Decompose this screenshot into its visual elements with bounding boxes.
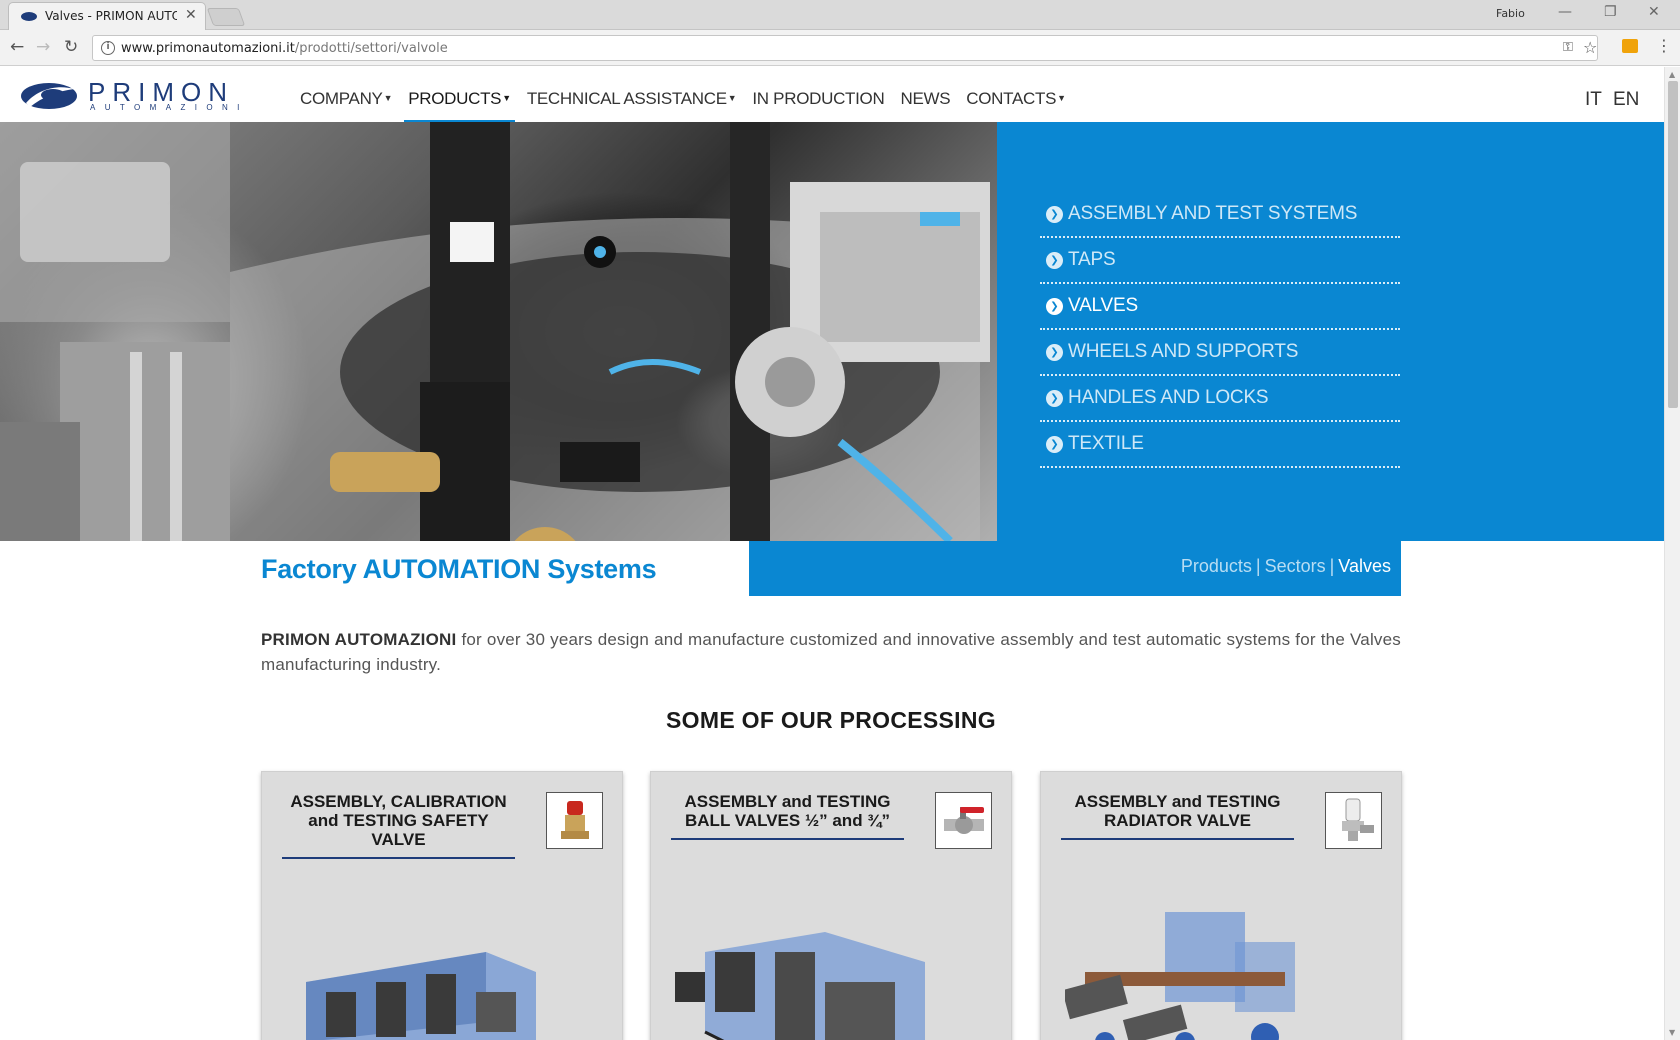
sector-wheels-and-supports[interactable]: ❯ WHEELS AND SUPPORTS (1040, 330, 1400, 376)
profile-name[interactable]: Fabio (1496, 7, 1525, 20)
caret-down-icon: ▼ (383, 93, 393, 103)
browser-tab-bar: Valves - PRIMON AUTOM ✕ Fabio — ❐ ✕ (0, 0, 1680, 30)
minimize-icon[interactable]: — (1558, 4, 1572, 20)
caret-down-icon: ▼ (1057, 93, 1066, 103)
card-title: ASSEMBLY and TESTING RADIATOR VALVE (1061, 792, 1294, 840)
sector-handles-and-locks[interactable]: ❯ HANDLES AND LOCKS (1040, 376, 1400, 422)
scroll-up-arrow-icon[interactable]: ▲ (1669, 70, 1675, 79)
page-scrollbar[interactable]: ▲ ▼ (1664, 67, 1680, 1040)
browser-tab[interactable]: Valves - PRIMON AUTOM ✕ (8, 2, 206, 30)
logo-subtitle: AUTOMAZIONI (90, 103, 249, 112)
browser-menu-icon[interactable]: ⋮ (1656, 36, 1672, 55)
sectors-panel: ❯ ASSEMBLY AND TEST SYSTEMS ❯ TAPS ❯ VALVES… (997, 122, 1664, 541)
breadcrumb-sectors[interactable]: Sectors (1265, 556, 1326, 576)
browser-toolbar: ← → ↻ i www.primonautomazioni.it/prodott… (0, 30, 1680, 66)
breadcrumb-bar: Products | Sectors | Valves (749, 541, 1401, 596)
chevron-right-circle-icon: ❯ (1046, 435, 1063, 453)
close-window-icon[interactable]: ✕ (1648, 4, 1660, 20)
chevron-right-circle-icon: ❯ (1046, 389, 1063, 407)
language-it[interactable]: IT (1585, 89, 1602, 111)
nav-contacts[interactable]: CONTACTS▼ (958, 89, 1073, 121)
sector-valves[interactable]: ❯ VALVES (1040, 284, 1400, 330)
processing-card-safety-valve[interactable]: ASSEMBLY, CALIBRATION and TESTING SAFETY… (261, 771, 623, 1040)
sector-list: ❯ ASSEMBLY AND TEST SYSTEMS ❯ TAPS ❯ VALVES… (1040, 192, 1400, 468)
card-title: ASSEMBLY, CALIBRATION and TESTING SAFETY… (282, 792, 515, 859)
chevron-right-circle-icon: ❯ (1046, 297, 1063, 315)
close-tab-icon[interactable]: ✕ (185, 7, 197, 23)
caret-down-icon: ▼ (502, 93, 511, 103)
tab-title: Valves - PRIMON AUTOM (45, 9, 177, 23)
page-title: Factory AUTOMATION Systems (261, 554, 657, 584)
processing-card-radiator-valve[interactable]: ASSEMBLY and TESTING RADIATOR VALVE (1040, 771, 1402, 1040)
new-tab-button[interactable] (206, 8, 246, 26)
nav-company[interactable]: COMPANY▼ (292, 89, 400, 121)
processing-card-ball-valves[interactable]: ASSEMBLY and TESTING BALL VALVES ½” and … (650, 771, 1012, 1040)
scroll-thumb[interactable] (1668, 81, 1678, 408)
nav-in-production[interactable]: IN PRODUCTION (744, 89, 892, 121)
intro-paragraph: PRIMON AUTOMAZIONI for over 30 years des… (261, 630, 1401, 674)
back-arrow-icon[interactable]: ← (10, 37, 24, 57)
restore-icon[interactable]: ❐ (1604, 4, 1617, 20)
radiator-valve-icon (1325, 792, 1382, 849)
assembly-machine-illustration (306, 952, 536, 1040)
bookmark-star-icon[interactable]: ☆ (1583, 38, 1597, 57)
machinery-illustration (0, 122, 990, 541)
info-icon[interactable]: i (101, 41, 115, 55)
sector-assembly-and-test-systems[interactable]: ❯ ASSEMBLY AND TEST SYSTEMS (1040, 192, 1400, 238)
chevron-right-circle-icon: ❯ (1046, 251, 1063, 269)
web-page: PRIMON AUTOMAZIONI COMPANY▼ PRODUCTS▼ TE… (0, 67, 1664, 1040)
card-title: ASSEMBLY and TESTING BALL VALVES ½” and … (671, 792, 904, 840)
breadcrumb-products[interactable]: Products (1181, 556, 1252, 576)
assembly-machine-illustration (1065, 912, 1295, 1040)
site-header: PRIMON AUTOMAZIONI COMPANY▼ PRODUCTS▼ TE… (0, 67, 1664, 123)
assembly-machine-illustration (675, 932, 925, 1040)
sector-textile[interactable]: ❯ TEXTILE (1040, 422, 1400, 468)
site-favicon-icon (21, 12, 37, 21)
primon-logo[interactable]: PRIMON AUTOMAZIONI (20, 77, 240, 113)
sector-taps[interactable]: ❯ TAPS (1040, 238, 1400, 284)
url-text[interactable]: www.primonautomazioni.it/prodotti/settor… (121, 41, 448, 56)
breadcrumb: Products | Sectors | Valves (1180, 556, 1391, 576)
nav-news[interactable]: NEWS (892, 89, 958, 121)
language-en[interactable]: EN (1613, 89, 1639, 111)
hero-machinery-photo (0, 122, 997, 541)
section-heading: SOME OF OUR PROCESSING (666, 707, 996, 733)
extension-icon[interactable] (1622, 39, 1638, 53)
safety-valve-icon (546, 792, 603, 849)
chevron-right-circle-icon: ❯ (1046, 343, 1063, 361)
breadcrumb-current: Valves (1338, 556, 1391, 576)
nav-technical-assistance[interactable]: TECHNICAL ASSISTANCE▼ (519, 89, 745, 121)
address-bar[interactable]: i www.primonautomazioni.it/prodotti/sett… (92, 35, 1598, 61)
forward-arrow-icon[interactable]: → (36, 37, 50, 57)
key-icon[interactable]: ⚿ (1563, 40, 1573, 55)
main-navigation: COMPANY▼ PRODUCTS▼ TECHNICAL ASSISTANCE▼… (292, 89, 1074, 123)
primon-logo-mark-icon (21, 83, 77, 109)
caret-down-icon: ▼ (727, 93, 737, 103)
ball-valve-icon (935, 792, 992, 849)
chevron-right-circle-icon: ❯ (1046, 205, 1063, 223)
nav-products[interactable]: PRODUCTS▼ (400, 89, 519, 123)
reload-icon[interactable]: ↻ (64, 37, 78, 57)
scroll-down-arrow-icon[interactable]: ▼ (1669, 1028, 1675, 1037)
